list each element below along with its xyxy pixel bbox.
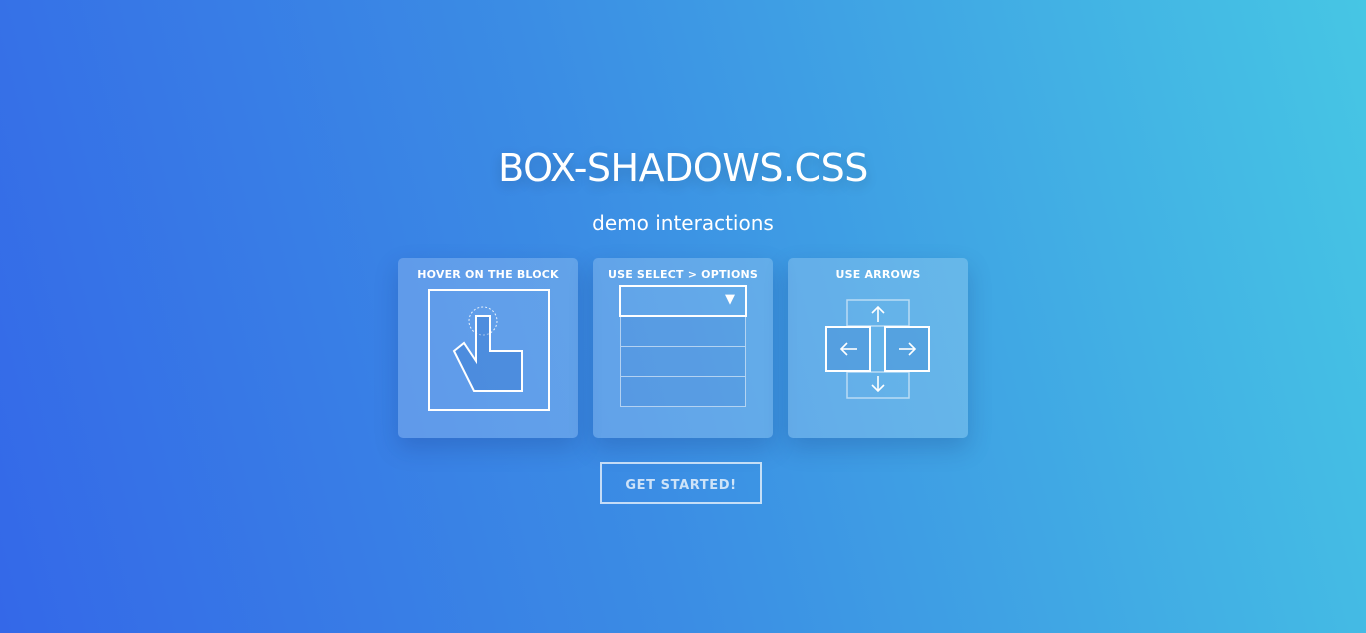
hover-demo-card[interactable]: HOVER ON THE BLOCK [398,258,578,438]
select-dropdown[interactable]: ▼ [619,285,747,407]
get-started-button[interactable]: GET STARTED! [600,462,762,504]
hover-target-block[interactable] [428,289,550,411]
hover-card-label: HOVER ON THE BLOCK [417,268,559,281]
select-option[interactable] [620,347,746,377]
select-field[interactable]: ▼ [619,285,747,317]
page-title: BOX-SHADOWS.CSS [498,146,868,190]
hand-pointer-icon [452,306,523,392]
arrow-keys-icon[interactable] [788,258,968,438]
select-option[interactable] [620,317,746,347]
arrows-demo-card: USE ARROWS [788,258,968,438]
arrow-up-icon [871,305,885,322]
select-demo-card: USE SELECT > OPTIONS ▼ [593,258,773,438]
arrow-down-icon [871,376,885,393]
demo-cards: HOVER ON THE BLOCK USE SELECT > OPTIONS … [398,258,968,438]
select-option[interactable] [620,377,746,407]
page-subtitle: demo interactions [592,211,774,235]
select-card-label: USE SELECT > OPTIONS [607,268,759,281]
chevron-down-icon: ▼ [725,292,735,307]
